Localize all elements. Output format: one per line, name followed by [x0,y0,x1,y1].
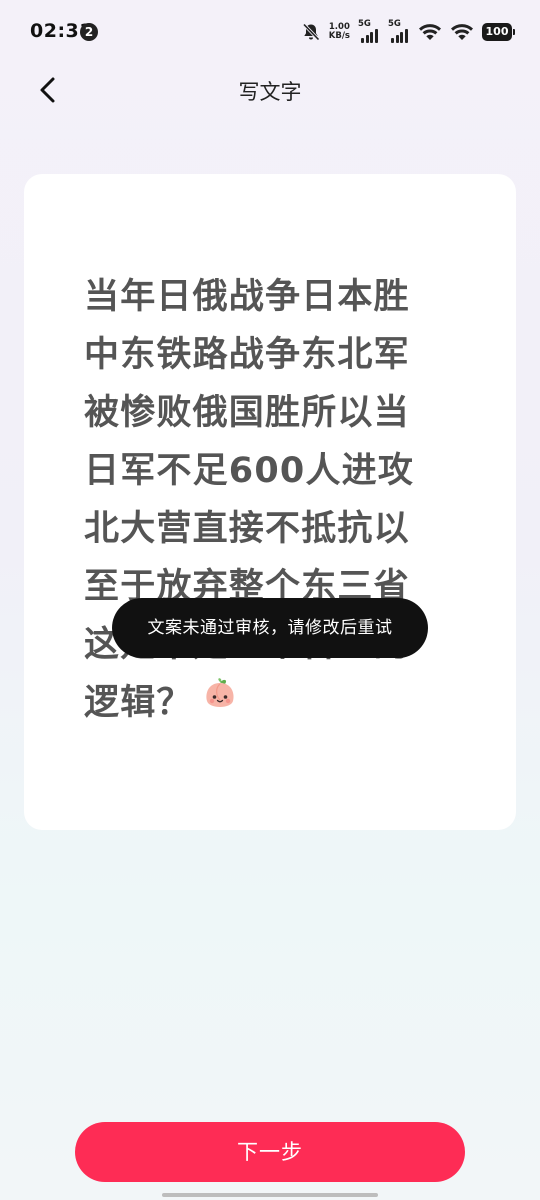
post-text-preview[interactable]: 当年日俄战争日本胜中东铁路战争东北军被惨败俄国胜所以当日军不足600人进攻北大营… [84,268,444,732]
next-step-button[interactable]: 下一步 [75,1122,465,1182]
net-speed-unit: KB/s [328,31,350,41]
wifi-icon [418,22,442,42]
status-icons: 1.00 KB/s 5G 5G 100 [301,18,515,46]
home-indicator[interactable] [162,1193,378,1197]
mute-bell-icon [301,22,321,42]
sim1-network-label: 5G [358,19,371,29]
signal-icon: 5G [358,19,380,43]
sim2-network-label: 5G [388,19,401,29]
status-bar: 02:31 2 1.00 KB/s 5G 5G 100 [0,0,540,64]
text-preview-card[interactable]: 当年日俄战争日本胜中东铁路战争东北军被惨败俄国胜所以当日军不足600人进攻北大营… [24,174,516,830]
nav-bar: 写文字 [0,64,540,120]
notification-badge: 2 [80,23,98,41]
network-speed: 1.00 KB/s [329,23,350,41]
page-title: 写文字 [238,80,302,104]
battery-icon: 100 [482,23,515,41]
signal-icon: 5G [388,19,410,43]
wifi-icon [450,22,474,42]
review-failed-toast: 文案未通过审核，请修改后重试 [112,598,428,658]
peach-face-emoji [203,672,237,730]
